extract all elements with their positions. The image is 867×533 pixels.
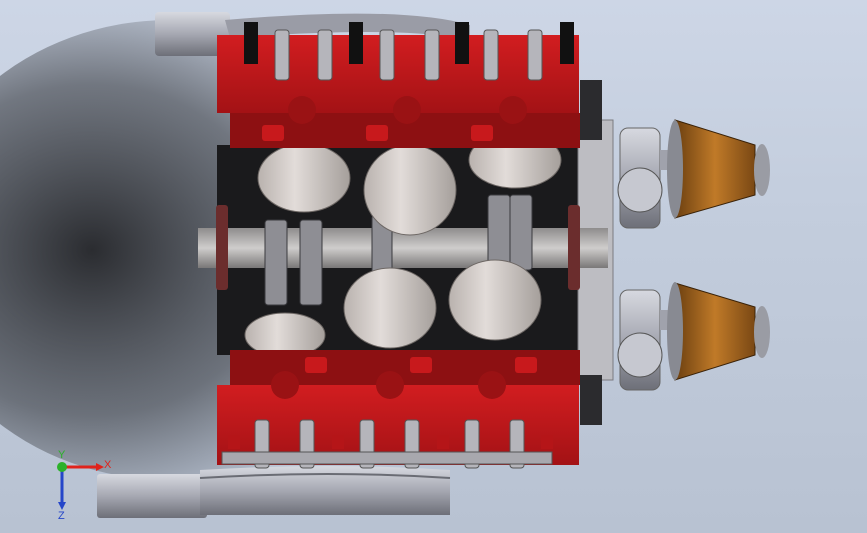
air-filter-lower[interactable] xyxy=(667,282,770,381)
cylinder-head-bottom[interactable] xyxy=(217,350,580,469)
coordinate-triad-icon[interactable]: X Y Z xyxy=(40,450,120,520)
axis-z-label: Z xyxy=(58,510,65,520)
axis-x-label: X xyxy=(104,459,112,471)
cylinder-head-top[interactable] xyxy=(217,22,580,148)
cad-viewport[interactable] xyxy=(0,0,867,533)
axis-y-label: Y xyxy=(58,450,66,461)
air-filter-upper[interactable] xyxy=(667,119,770,219)
